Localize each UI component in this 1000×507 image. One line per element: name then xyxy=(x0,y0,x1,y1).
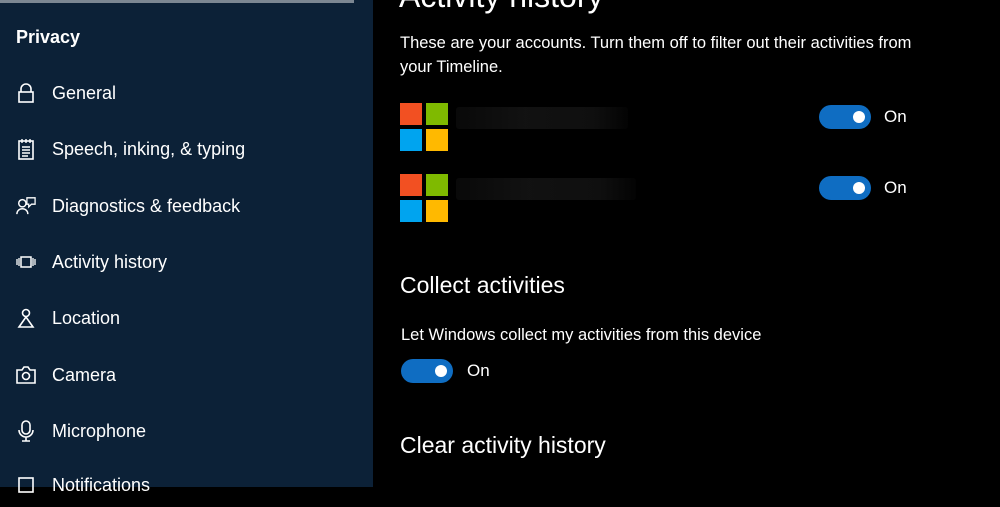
account-toggle-label: On xyxy=(884,178,907,197)
sidebar-item-label: Speech, inking, & typing xyxy=(52,138,246,159)
notepad-icon xyxy=(16,139,36,160)
sidebar-item-diagnostics[interactable]: Diagnostics & feedback xyxy=(0,184,373,228)
sidebar-item-general[interactable]: General xyxy=(0,71,373,115)
redacted-account-name xyxy=(456,107,628,129)
account-toggle-label: On xyxy=(884,107,907,126)
collect-toggle-label: On xyxy=(467,361,490,380)
microphone-icon xyxy=(16,420,36,442)
account-toggle[interactable] xyxy=(819,105,871,129)
sidebar-item-label: General xyxy=(52,82,117,103)
sidebar-item-location[interactable]: Location xyxy=(0,296,373,340)
redacted-account-name xyxy=(456,178,636,200)
sidebar-item-label: Location xyxy=(52,307,121,328)
sidebar-item-label: Activity history xyxy=(52,251,168,272)
account-toggle[interactable] xyxy=(819,176,871,200)
sidebar-item-camera[interactable]: Camera xyxy=(0,353,373,397)
sidebar-item-label: Diagnostics & feedback xyxy=(52,195,241,216)
sidebar-item-notifications[interactable]: Notifications xyxy=(0,463,373,507)
sidebar-item-activity-history[interactable]: Activity history xyxy=(0,240,373,284)
sidebar-item-label: Microphone xyxy=(52,420,147,441)
sidebar-item-speech[interactable]: Speech, inking, & typing xyxy=(0,127,373,171)
notifications-icon xyxy=(16,475,36,495)
camera-icon xyxy=(16,365,36,385)
page-title: Activity history xyxy=(399,0,603,15)
collect-activities-label: Let Windows collect my activities from t… xyxy=(401,326,762,344)
clear-activity-heading: Clear activity history xyxy=(400,432,606,458)
feedback-person-icon xyxy=(16,196,36,216)
collect-activities-heading: Collect activities xyxy=(400,272,565,298)
accounts-description: These are your accounts. Turn them off t… xyxy=(400,34,912,76)
sidebar-item-label: Camera xyxy=(52,364,117,385)
collect-activities-toggle[interactable] xyxy=(401,359,453,383)
sidebar-item-label: Notifications xyxy=(52,474,151,495)
microsoft-logo-icon xyxy=(400,174,448,222)
location-person-icon xyxy=(16,308,36,328)
sidebar-item-microphone[interactable]: Microphone xyxy=(0,409,373,453)
main-content: Activity history These are your accounts… xyxy=(373,0,1000,487)
section-title: Privacy xyxy=(16,27,81,47)
sidebar: Privacy General Speech, inking, & typing… xyxy=(0,0,373,495)
lock-icon xyxy=(16,83,36,103)
timeline-icon xyxy=(16,252,36,272)
search-box-edge[interactable] xyxy=(0,0,354,3)
microsoft-logo-icon xyxy=(400,103,448,151)
